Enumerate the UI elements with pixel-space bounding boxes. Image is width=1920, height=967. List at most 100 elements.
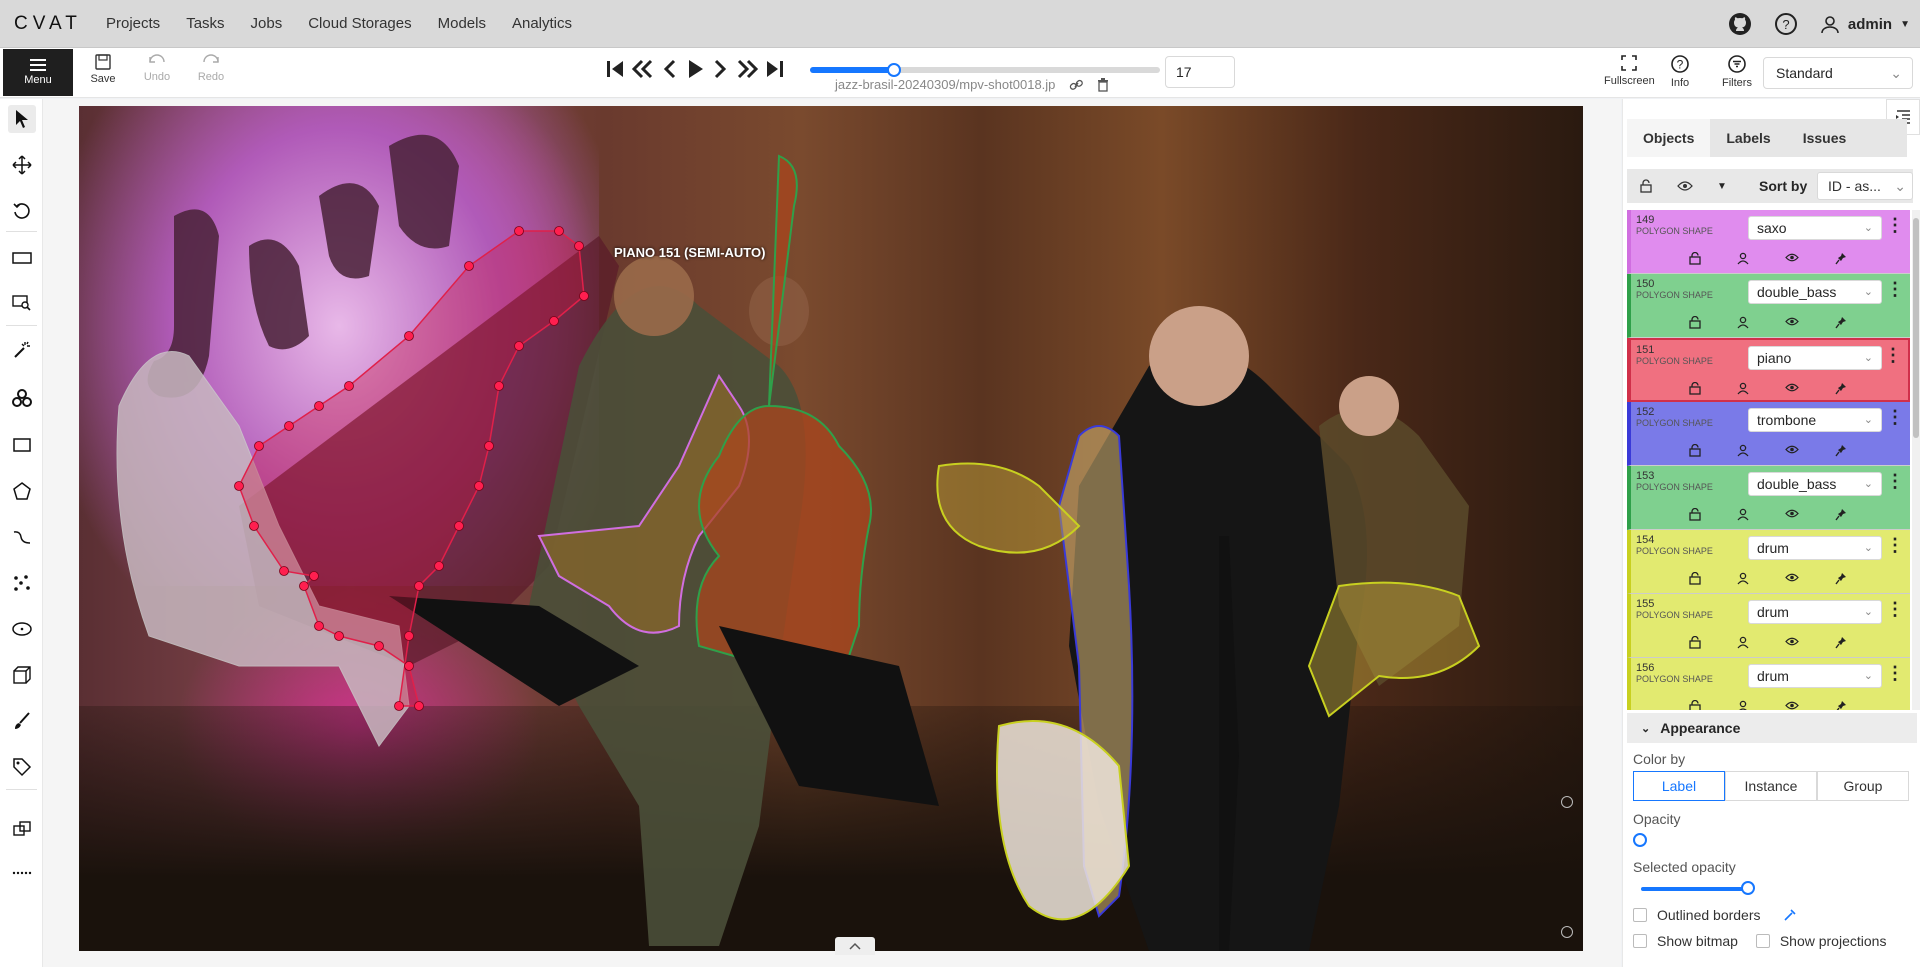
polygon-vertex[interactable] — [574, 241, 584, 251]
color-picker-icon[interactable] — [1783, 908, 1797, 922]
polygon-vertex[interactable] — [414, 581, 424, 591]
caret-down-icon[interactable]: ▼ — [1717, 181, 1727, 192]
pin-icon[interactable] — [1835, 636, 1847, 649]
occluded-user-icon[interactable] — [1737, 572, 1749, 585]
show-bitmap-checkbox[interactable]: Show bitmap — [1633, 933, 1738, 949]
fast-backward-icon[interactable] — [631, 58, 655, 80]
pin-icon[interactable] — [1835, 316, 1847, 329]
filters-button[interactable]: Filters — [1722, 54, 1752, 89]
polygon-vertex[interactable] — [314, 401, 324, 411]
polygon-vertex[interactable] — [234, 481, 244, 491]
setup-tag-tool[interactable] — [8, 753, 36, 781]
object-menu-icon[interactable]: ⋮ — [1886, 472, 1904, 490]
first-frame-icon[interactable] — [605, 58, 625, 80]
play-icon[interactable] — [685, 58, 705, 80]
polygon-vertex[interactable] — [249, 521, 259, 531]
object-menu-icon[interactable]: ⋮ — [1886, 536, 1904, 554]
more-tools-button[interactable] — [8, 859, 36, 887]
polygon-vertex[interactable] — [344, 381, 354, 391]
rotate-tool[interactable] — [8, 197, 36, 225]
polygon-vertex[interactable] — [579, 291, 589, 301]
draw-points-tool[interactable] — [8, 569, 36, 597]
object-item[interactable]: 154 POLYGON SHAPE drum ⌄ ⋮ — [1627, 530, 1910, 594]
object-menu-icon[interactable]: ⋮ — [1886, 216, 1904, 234]
cvat-logo[interactable]: CVAT — [0, 13, 92, 35]
polygon-vertex[interactable] — [334, 631, 344, 641]
frame-slider-handle[interactable] — [887, 63, 901, 77]
object-label-select[interactable]: trombone ⌄ — [1748, 408, 1882, 432]
link-icon[interactable] — [1069, 79, 1084, 91]
object-menu-icon[interactable]: ⋮ — [1886, 280, 1904, 298]
opacity-slider[interactable] — [1633, 831, 1911, 849]
polygon-vertex[interactable] — [434, 561, 444, 571]
redo-button[interactable]: Redo — [188, 54, 234, 83]
draw-polygon-tool[interactable] — [8, 477, 36, 505]
object-label-select[interactable]: drum ⌄ — [1748, 536, 1882, 560]
occluded-user-icon[interactable] — [1737, 508, 1749, 521]
polygon-vertex[interactable] — [474, 481, 484, 491]
eye-icon[interactable] — [1785, 636, 1799, 647]
eye-icon[interactable] — [1785, 444, 1799, 455]
polygon-vertex[interactable] — [299, 581, 309, 591]
scrollbar-thumb[interactable] — [1913, 218, 1919, 438]
object-label-select[interactable]: double_bass ⌄ — [1748, 280, 1882, 304]
frame-slider[interactable] — [810, 63, 1160, 77]
merge-shapes-tool[interactable] — [8, 815, 36, 843]
previous-icon[interactable] — [661, 58, 679, 80]
color-by-instance-option[interactable]: Instance — [1725, 771, 1817, 801]
tab-issues[interactable]: Issues — [1787, 119, 1863, 157]
fullscreen-button[interactable]: Fullscreen — [1604, 54, 1655, 87]
color-by-label-option[interactable]: Label — [1633, 771, 1725, 801]
draw-rectangle-tool[interactable] — [8, 431, 36, 459]
frame-number-input[interactable]: 17 — [1165, 56, 1235, 88]
eye-icon[interactable] — [1785, 700, 1799, 710]
polygon-vertex[interactable] — [414, 701, 424, 711]
lock-all-icon[interactable] — [1639, 179, 1653, 193]
occluded-user-icon[interactable] — [1737, 444, 1749, 457]
polygon-vertex[interactable] — [494, 381, 504, 391]
polygon-vertex[interactable] — [314, 621, 324, 631]
nav-jobs[interactable]: Jobs — [251, 15, 283, 32]
object-item[interactable]: 153 POLYGON SHAPE double_bass ⌄ ⋮ — [1627, 466, 1910, 530]
object-item[interactable]: 150 POLYGON SHAPE double_bass ⌄ ⋮ — [1627, 274, 1910, 338]
lock-icon[interactable] — [1689, 252, 1701, 265]
nav-projects[interactable]: Projects — [106, 15, 160, 32]
save-button[interactable]: Save — [80, 54, 126, 85]
object-label-select[interactable]: double_bass ⌄ — [1748, 472, 1882, 496]
menu-button[interactable]: Menu — [3, 49, 73, 96]
pin-icon[interactable] — [1835, 252, 1847, 265]
lock-icon[interactable] — [1689, 700, 1701, 710]
draw-ellipse-tool[interactable] — [8, 615, 36, 643]
polygon-vertex[interactable] — [404, 331, 414, 341]
polygon-vertex[interactable] — [404, 631, 414, 641]
eye-icon[interactable] — [1785, 572, 1799, 583]
object-item[interactable]: 156 POLYGON SHAPE drum ⌄ ⋮ — [1627, 658, 1910, 710]
polygon-vertex[interactable] — [254, 441, 264, 451]
color-by-group-option[interactable]: Group — [1817, 771, 1909, 801]
eye-all-icon[interactable] — [1677, 180, 1693, 192]
draw-cuboid-tool[interactable] — [8, 661, 36, 689]
lock-icon[interactable] — [1689, 572, 1701, 585]
object-menu-icon[interactable]: ⋮ — [1886, 600, 1904, 618]
occluded-user-icon[interactable] — [1737, 316, 1749, 329]
undo-button[interactable]: Undo — [134, 54, 180, 83]
polygon-vertex[interactable] — [394, 701, 404, 711]
object-menu-icon[interactable]: ⋮ — [1886, 664, 1904, 682]
move-tool[interactable] — [8, 151, 36, 179]
polygon-vertex[interactable] — [279, 566, 289, 576]
object-label-select[interactable]: drum ⌄ — [1748, 664, 1882, 688]
cursor-tool[interactable] — [8, 105, 36, 133]
sort-select[interactable]: ID - as... ⌄ — [1817, 172, 1913, 200]
zoom-region-tool[interactable] — [8, 289, 36, 317]
annotation-canvas[interactable]: PIANO 151 (SEMI-AUTO) — [79, 106, 1583, 951]
help-icon[interactable]: ? — [1774, 12, 1798, 36]
occluded-user-icon[interactable] — [1737, 636, 1749, 649]
polygon-vertex[interactable] — [514, 341, 524, 351]
polygon-vertex[interactable] — [404, 661, 414, 671]
ai-tools-button[interactable] — [8, 384, 36, 412]
polygon-vertex[interactable] — [309, 571, 319, 581]
nav-analytics[interactable]: Analytics — [512, 15, 572, 32]
last-frame-icon[interactable] — [765, 58, 785, 80]
occluded-user-icon[interactable] — [1737, 252, 1749, 265]
workspace-select[interactable]: Standard ⌄ — [1763, 57, 1913, 89]
